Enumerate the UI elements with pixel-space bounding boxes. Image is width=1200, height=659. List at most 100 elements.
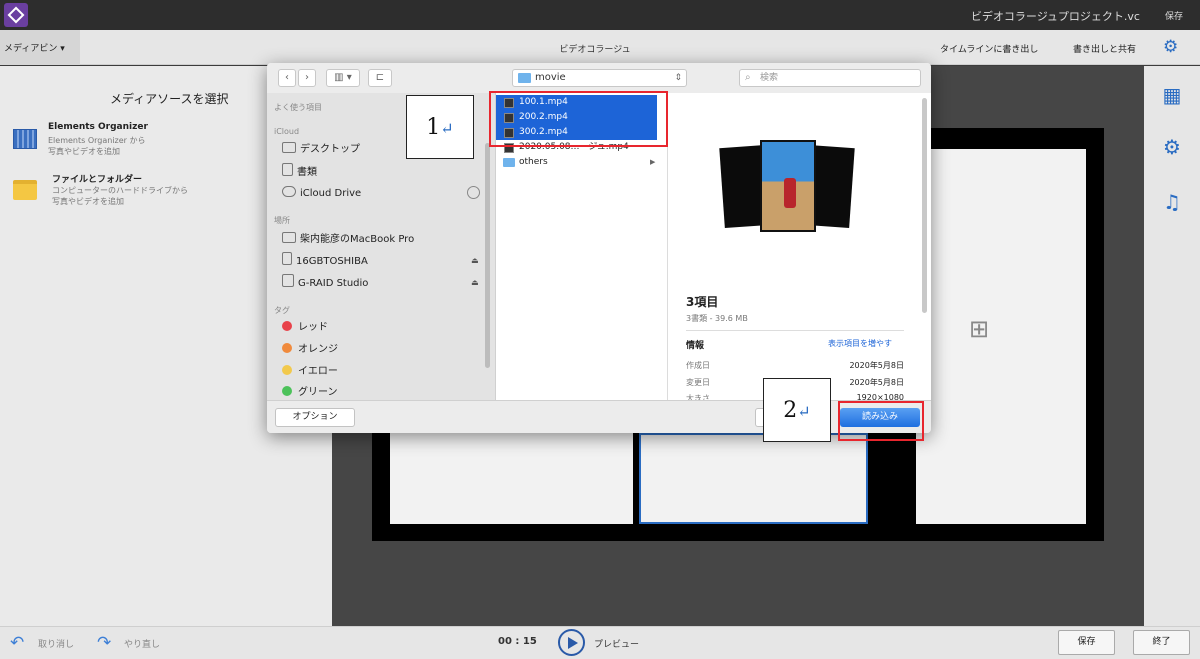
red-tag-dot [282, 321, 292, 331]
sidebar-item-desktop[interactable]: デスクトップ [282, 141, 360, 159]
title-bar: ビデオコラージュプロジェクト.vc 保存 [0, 0, 1200, 30]
app-logo-icon [4, 3, 28, 27]
sidebar-item-documents[interactable]: 書類 [282, 163, 317, 181]
view-mode-button[interactable]: ▥ ▾ [326, 69, 360, 87]
end-button[interactable]: 終了 [1133, 630, 1190, 655]
annotation-highlight-files [489, 91, 668, 147]
settings-icon[interactable]: ⚙ [1160, 136, 1184, 158]
progress-ring-icon [467, 186, 480, 199]
preview-thumbnail [718, 138, 858, 238]
folder-icon [518, 73, 531, 83]
media-source-heading: メディアソースを選択 [110, 92, 229, 106]
preview-subtitle: 3書類 - 39.6 MB [686, 314, 748, 323]
search-input[interactable]: ⌕ 検索 [739, 69, 921, 87]
export-timeline-button[interactable]: タイムラインに書き出し [940, 42, 1038, 55]
add-photo-icon[interactable]: ⊞ [969, 316, 999, 342]
orange-tag-dot [282, 343, 292, 353]
favorites-heading: よく使う項目 [274, 103, 322, 112]
menu-bar: メディアビン ▾ ビデオコラージュ タイムラインに書き出し 書き出しと共有 ⚙ [0, 30, 1200, 65]
sidebar-tag-green[interactable]: グリーン [282, 384, 338, 400]
organizer-icon[interactable] [13, 129, 37, 149]
options-button[interactable]: オプション [275, 408, 355, 427]
info-heading: 情報 [686, 341, 705, 351]
sidebar-item-icloud-drive[interactable]: iCloud Drive [282, 185, 361, 203]
organizer-subtitle-2: 写真やビデオを追加 [48, 147, 120, 156]
media-bin-dropdown[interactable]: メディアビン ▾ [0, 30, 80, 65]
collage-cell-right[interactable] [916, 149, 1086, 524]
folder-row[interactable]: others ▶ [496, 155, 657, 170]
annotation-step-2: 2↵ [763, 378, 831, 442]
annotation-step-1: 1↵ [406, 95, 474, 159]
info-key: 変更日 [686, 378, 710, 387]
new-folder-button[interactable]: ⊏ [368, 69, 392, 87]
locations-heading: 場所 [274, 216, 290, 225]
layout-icon[interactable]: ▦ [1160, 84, 1184, 106]
collage-title: ビデオコラージュ [559, 45, 631, 55]
desktop-icon [282, 142, 296, 153]
files-folders-subtitle-2: 写真やビデオを追加 [52, 197, 124, 206]
undo-icon[interactable]: ↶ [10, 633, 24, 653]
cloud-icon [282, 186, 296, 197]
preview-title: 3項目 [686, 295, 719, 309]
collage-cell-bottom-middle[interactable] [639, 433, 868, 524]
sidebar-scrollbar[interactable] [485, 143, 490, 368]
save-title-button[interactable]: 保存 [1165, 9, 1183, 22]
undo-button[interactable]: 取り消し [38, 637, 74, 650]
redo-icon[interactable]: ↷ [97, 633, 111, 653]
sidebar-item-macbook[interactable]: 柴内能彦のMacBook Pro [282, 231, 414, 249]
green-tag-dot [282, 386, 292, 396]
folder-icon [503, 158, 515, 167]
yellow-tag-dot [282, 365, 292, 375]
organizer-title[interactable]: Elements Organizer [48, 122, 148, 132]
sidebar-item-graid[interactable]: G-RAID Studio [282, 274, 368, 292]
return-arrow-icon: ↵ [440, 119, 454, 138]
drive-icon [282, 252, 292, 265]
sidebar-item-toshiba[interactable]: 16GBTOSHIBA [282, 252, 368, 270]
chevron-updown-icon: ⇕ [674, 73, 682, 83]
show-more-link[interactable]: 表示項目を増やす [828, 338, 892, 349]
sidebar-tag-orange[interactable]: オレンジ [282, 341, 338, 359]
icloud-heading: iCloud [274, 127, 300, 136]
info-value: 2020年5月8日 [849, 361, 904, 370]
tags-heading: タグ [274, 306, 290, 315]
save-button[interactable]: 保存 [1058, 630, 1115, 655]
sidebar-tag-yellow[interactable]: イエロー [282, 363, 338, 381]
files-folders-title[interactable]: ファイルとフォルダー [52, 172, 142, 185]
search-icon: ⌕ [745, 72, 751, 83]
gear-icon[interactable]: ⚙ [1163, 38, 1178, 56]
dialog-toolbar: ‹ › ▥ ▾ ⊏ movie ⇕ ⌕ 検索 [267, 63, 931, 93]
play-button[interactable] [558, 629, 585, 656]
music-icon[interactable]: ♫ [1160, 191, 1184, 213]
preview-label[interactable]: プレビュー [594, 637, 639, 650]
eject-icon[interactable]: ⏏ [471, 278, 479, 287]
laptop-icon [282, 232, 296, 243]
play-icon [568, 637, 578, 649]
divider [686, 330, 904, 331]
chevron-right-icon: ▶ [650, 158, 656, 166]
return-arrow-icon: ↵ [797, 402, 811, 421]
preview-pane: 3項目 3書類 - 39.6 MB 情報 表示項目を増やす 作成日 2020年5… [668, 93, 931, 403]
eject-icon[interactable]: ⏏ [471, 256, 479, 265]
organizer-subtitle: Elements Organizer から [48, 136, 146, 145]
path-label: movie [535, 72, 566, 83]
timecode: 00 : 15 [498, 636, 537, 647]
sidebar-tag-red[interactable]: レッド [282, 319, 328, 337]
project-title: ビデオコラージュプロジェクト.vc [970, 10, 1140, 23]
info-key: 作成日 [686, 361, 710, 370]
redo-button[interactable]: やり直し [124, 637, 160, 650]
bottom-bar: ↶ 取り消し ↷ やり直し 00 : 15 プレビュー 保存 終了 [0, 626, 1200, 659]
document-icon [282, 163, 293, 176]
right-tool-panel: ▦ ⚙ ♫ [1144, 66, 1200, 626]
files-folders-subtitle: コンピューターのハードドライブから [52, 186, 188, 195]
back-button[interactable]: ‹ [278, 69, 296, 87]
preview-scrollbar[interactable] [922, 98, 927, 313]
drive-icon [282, 274, 294, 287]
path-popup[interactable]: movie ⇕ [512, 69, 687, 87]
forward-button[interactable]: › [298, 69, 316, 87]
export-share-button[interactable]: 書き出しと共有 [1073, 42, 1136, 55]
search-placeholder: 検索 [760, 73, 779, 83]
dialog-button-bar: オプション 読み込み [267, 400, 931, 433]
folder-icon[interactable] [13, 180, 37, 200]
collage-cell-bottom-left[interactable] [390, 433, 633, 524]
annotation-highlight-import [838, 401, 924, 441]
